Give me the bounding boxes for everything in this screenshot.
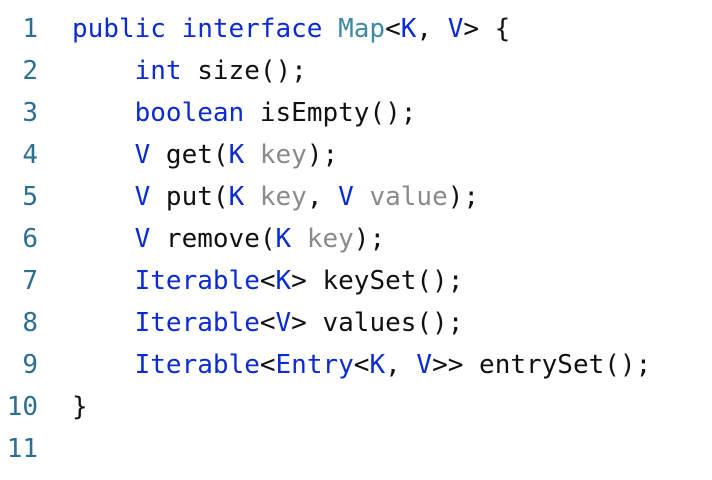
code-token: remove( xyxy=(150,224,276,254)
code-token: ); xyxy=(353,224,386,254)
keyword-token: int xyxy=(134,56,182,86)
keyword-token: boolean xyxy=(134,98,245,128)
line-number: 5 xyxy=(22,182,38,212)
code-text: int size(); xyxy=(72,50,307,92)
code-token: > values(); xyxy=(291,308,464,338)
code-line[interactable]: 10} xyxy=(0,386,712,428)
parameter-token: key xyxy=(259,182,307,212)
code-token: ); xyxy=(447,182,480,212)
code-token: > keySet(); xyxy=(291,266,464,296)
code-token: > { xyxy=(463,14,511,44)
code-token: isEmpty(); xyxy=(244,98,417,128)
code-token: < xyxy=(259,350,276,380)
type-variable-token: V xyxy=(134,182,151,212)
code-token: ); xyxy=(306,140,339,170)
line-number: 8 xyxy=(22,308,38,338)
type-variable-token: V xyxy=(134,224,151,254)
type-variable-token: V xyxy=(416,350,433,380)
code-line[interactable]: 9 Iterable<Entry<K, V>> entrySet(); xyxy=(0,344,712,386)
code-token: < xyxy=(259,266,276,296)
code-text: public interface Map<K, V> { xyxy=(72,8,510,50)
code-text: V remove(K key); xyxy=(72,218,385,260)
code-line[interactable]: 5 V put(K key, V value); xyxy=(0,176,712,218)
code-editor[interactable]: 1 public interface Map<K, V> {2 int size(… xyxy=(0,8,712,470)
type-variable-token: V xyxy=(338,182,354,212)
line-number: 3 xyxy=(22,98,38,128)
line-number: 1 xyxy=(22,14,38,44)
keyword-token: Iterable xyxy=(134,266,260,296)
code-token: , xyxy=(385,350,417,380)
type-variable-token: V xyxy=(447,14,464,44)
type-name-token: Map xyxy=(338,14,386,44)
type-variable-token: V xyxy=(134,140,151,170)
line-number: 7 xyxy=(22,266,38,296)
parameter-token: key xyxy=(259,140,307,170)
line-number: 6 xyxy=(22,224,38,254)
code-token: get( xyxy=(150,140,229,170)
code-line[interactable]: 6 V remove(K key); xyxy=(0,218,712,260)
code-text: Iterable<K> keySet(); xyxy=(72,260,464,302)
type-variable-token: K xyxy=(275,224,292,254)
keyword-token: Entry xyxy=(275,350,354,380)
code-line[interactable]: 11 xyxy=(0,428,712,470)
code-text: Iterable<Entry<K, V>> entrySet(); xyxy=(72,344,652,386)
keyword-token: Iterable xyxy=(134,350,260,380)
type-variable-token: K xyxy=(275,266,292,296)
code-token: < xyxy=(259,308,276,338)
code-text: } xyxy=(72,386,88,428)
type-variable-token: K xyxy=(400,14,417,44)
parameter-token: value xyxy=(369,182,448,212)
code-line[interactable]: 8 Iterable<V> values(); xyxy=(0,302,712,344)
keyword-token: public interface xyxy=(72,14,339,44)
code-line[interactable]: 7 Iterable<K> keySet(); xyxy=(0,260,712,302)
code-token: < xyxy=(353,350,370,380)
code-line[interactable]: 4 V get(K key); xyxy=(0,134,712,176)
code-token: , xyxy=(416,14,448,44)
type-variable-token: K xyxy=(228,182,245,212)
keyword-token: Iterable xyxy=(134,308,260,338)
type-variable-token: V xyxy=(275,308,292,338)
type-variable-token: K xyxy=(369,350,386,380)
line-number: 2 xyxy=(22,56,38,86)
parameter-token: key xyxy=(306,224,354,254)
code-line[interactable]: 2 int size(); xyxy=(0,50,712,92)
code-token: size(); xyxy=(181,56,307,86)
code-line[interactable]: 3 boolean isEmpty(); xyxy=(0,92,712,134)
code-token: >> entrySet(); xyxy=(432,350,652,380)
code-token: } xyxy=(72,392,88,422)
line-number: 9 xyxy=(22,350,38,380)
line-number: 11 xyxy=(6,434,38,464)
code-token: , xyxy=(306,182,339,212)
code-text: V get(K key); xyxy=(72,134,339,176)
line-number: 4 xyxy=(22,140,38,170)
code-text: V put(K key, V value); xyxy=(72,176,479,218)
line-number: 10 xyxy=(6,392,38,422)
code-token: put( xyxy=(150,182,229,212)
code-text: Iterable<V> values(); xyxy=(72,302,464,344)
code-text: boolean isEmpty(); xyxy=(72,92,417,134)
code-token: < xyxy=(385,14,401,44)
code-line[interactable]: 1 public interface Map<K, V> { xyxy=(0,8,712,50)
type-variable-token: K xyxy=(228,140,245,170)
